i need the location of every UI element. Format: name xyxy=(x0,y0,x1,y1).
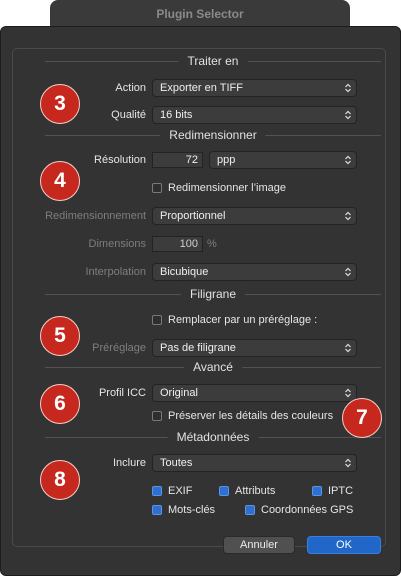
plugin-selector-dialog: Traiter en Action Exporter en TIFF Quali… xyxy=(0,26,401,576)
resolution-label: Résolution xyxy=(94,154,146,166)
up-down-chevron-icon xyxy=(345,343,351,353)
dimensions-input[interactable]: 100 xyxy=(152,236,203,252)
callout-badge-6: 6 xyxy=(40,384,80,424)
action-label: Action xyxy=(115,82,146,94)
preset-value: Pas de filigrane xyxy=(160,342,236,354)
ok-button[interactable]: OK xyxy=(307,536,381,554)
dimensions-label: Dimensions xyxy=(88,238,146,250)
mots-cles-checkbox[interactable] xyxy=(152,505,162,515)
up-down-chevron-icon xyxy=(345,155,351,165)
section-title: Avancé xyxy=(184,360,242,374)
section-title: Métadonnées xyxy=(167,430,259,444)
preserve-color-details-label: Préserver les détails des couleurs xyxy=(168,410,334,422)
include-select[interactable]: Toutes xyxy=(152,454,357,472)
mots-cles-label: Mots-clés xyxy=(168,504,216,516)
section-traiter-en: Traiter en xyxy=(45,54,381,68)
resolution-unit-value: ppp xyxy=(217,154,236,166)
icc-profile-value: Original xyxy=(160,387,198,399)
preset-select[interactable]: Pas de filigrane xyxy=(152,339,357,357)
attributs-checkbox[interactable] xyxy=(219,486,229,496)
include-label: Inclure xyxy=(112,457,146,469)
section-avance: Avancé xyxy=(45,360,381,374)
preserve-color-details-checkbox[interactable] xyxy=(152,411,162,421)
resize-image-label: Redimensionner l’image xyxy=(168,182,287,194)
interpolation-value: Bicubique xyxy=(160,266,209,278)
dimensions-unit: % xyxy=(207,238,217,250)
up-down-chevron-icon xyxy=(345,211,351,221)
redimensionnement-select[interactable]: Proportionnel xyxy=(152,207,357,225)
action-value: Exporter en TIFF xyxy=(160,82,243,94)
callout-badge-8: 8 xyxy=(40,460,80,500)
action-select[interactable]: Exporter en TIFF xyxy=(152,79,357,97)
resolution-unit-select[interactable]: ppp xyxy=(209,151,357,169)
section-title: Traiter en xyxy=(178,54,248,68)
iptc-label: IPTC xyxy=(328,485,354,497)
section-redimensionner: Redimensionner xyxy=(45,128,381,142)
redimensionnement-label: Redimensionnement xyxy=(45,210,146,222)
up-down-chevron-icon xyxy=(345,267,351,277)
replace-preset-checkbox[interactable] xyxy=(152,315,162,325)
include-value: Toutes xyxy=(160,457,193,469)
icc-profile-label: Profil ICC xyxy=(98,387,146,399)
icc-profile-select[interactable]: Original xyxy=(152,384,357,402)
interpolation-label: Interpolation xyxy=(85,266,146,278)
attributs-label: Attributs xyxy=(235,485,276,497)
section-metadonnees: Métadonnées xyxy=(45,430,381,444)
window-title: Plugin Selector xyxy=(50,0,350,29)
qualite-select[interactable]: 16 bits xyxy=(152,106,357,124)
up-down-chevron-icon xyxy=(345,110,351,120)
section-title: Redimensionner xyxy=(160,128,266,142)
qualite-value: 16 bits xyxy=(160,109,193,121)
exif-checkbox[interactable] xyxy=(152,486,162,496)
redimensionnement-value: Proportionnel xyxy=(160,210,226,222)
callout-badge-7: 7 xyxy=(342,398,382,438)
preset-label: Préréglage xyxy=(92,342,146,354)
gps-label: Coordonnées GPS xyxy=(261,504,354,516)
replace-preset-label: Remplacer par un préréglage : xyxy=(168,314,318,326)
resolution-input[interactable]: 72 xyxy=(152,152,203,168)
cancel-button[interactable]: Annuler xyxy=(223,536,295,554)
interpolation-select[interactable]: Bicubique xyxy=(152,263,357,281)
gps-checkbox[interactable] xyxy=(245,505,255,515)
qualite-label: Qualité xyxy=(111,109,146,121)
exif-label: EXIF xyxy=(168,485,193,497)
resize-image-checkbox[interactable] xyxy=(152,183,162,193)
up-down-chevron-icon xyxy=(345,388,351,398)
iptc-checkbox[interactable] xyxy=(312,486,322,496)
up-down-chevron-icon xyxy=(345,458,351,468)
callout-badge-4: 4 xyxy=(40,161,80,201)
section-title: Filigrane xyxy=(180,287,246,301)
up-down-chevron-icon xyxy=(345,83,351,93)
callout-badge-5: 5 xyxy=(40,316,80,356)
callout-badge-3: 3 xyxy=(40,84,80,124)
section-filigrane: Filigrane xyxy=(45,287,381,301)
